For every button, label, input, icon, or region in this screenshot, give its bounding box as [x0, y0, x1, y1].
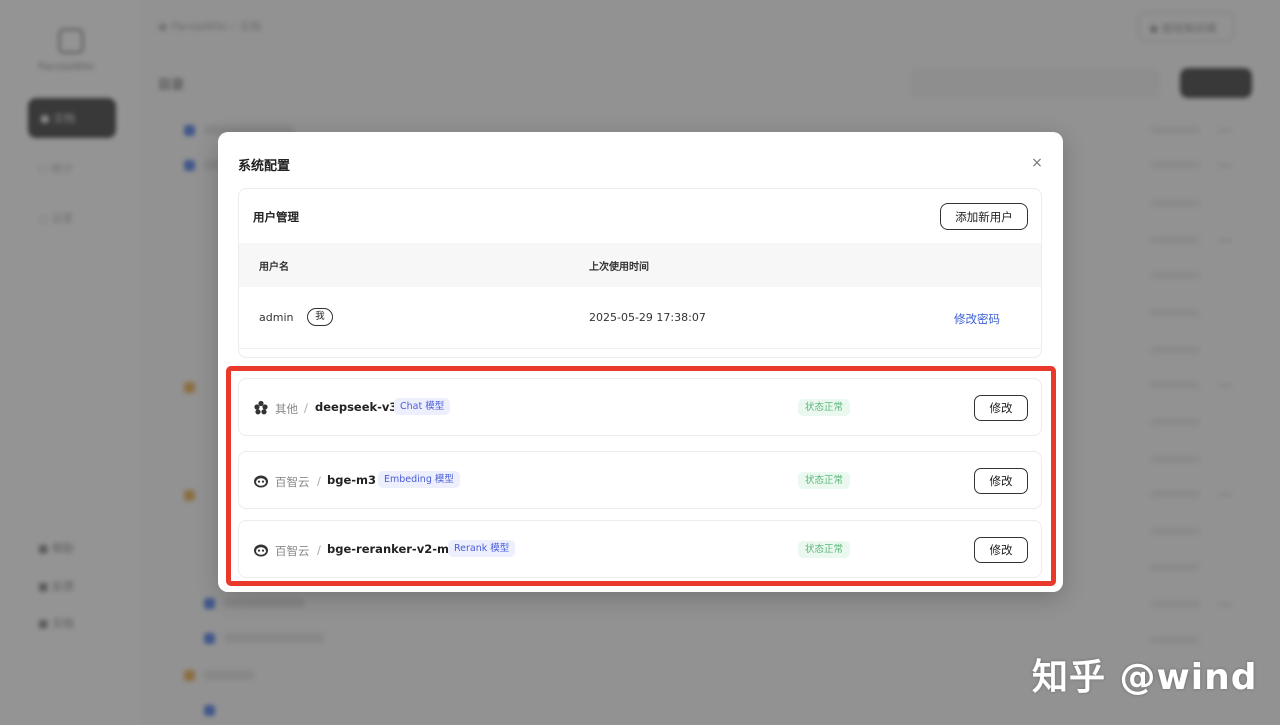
last-used-time: 2025-05-29 17:38:07: [589, 311, 706, 324]
user-management-section: 用户管理 添加新用户 用户名 上次使用时间 admin 我 2025-05-29…: [238, 188, 1042, 358]
current-user-badge: 我: [307, 308, 333, 326]
separator: /: [304, 401, 308, 415]
edit-model-button[interactable]: 修改: [974, 468, 1028, 494]
dialog-title: 系统配置: [238, 159, 291, 174]
baidu-cloud-icon: [254, 544, 268, 557]
model-type-tag: Chat 模型: [394, 398, 451, 415]
table-row: admin 我 2025-05-29 17:38:07 修改密码: [239, 289, 1041, 349]
model-provider: 百智云: [275, 475, 310, 489]
baidu-cloud-icon: [254, 475, 268, 488]
status-badge: 状态正常: [798, 472, 851, 489]
system-config-dialog: 系统配置 × 用户管理 添加新用户 用户名 上次使用时间 admin 我 202…: [218, 132, 1063, 592]
cube-cluster-icon: [254, 400, 268, 415]
model-name: bge-reranker-v2-m3: [327, 542, 457, 556]
status-badge: 状态正常: [798, 541, 851, 558]
edit-model-button[interactable]: 修改: [974, 395, 1028, 421]
username: admin: [259, 311, 294, 324]
model-card-embedding: 百智云 / bge-m3 Embeding 模型 状态正常 修改: [238, 451, 1042, 509]
model-type-tag: Rerank 模型: [448, 540, 516, 557]
model-card-chat: 其他 / deepseek-v3 Chat 模型 状态正常 修改: [238, 378, 1042, 436]
close-icon[interactable]: ×: [1028, 154, 1046, 172]
separator: /: [317, 543, 321, 557]
status-badge: 状态正常: [798, 399, 851, 416]
add-user-button[interactable]: 添加新用户: [940, 203, 1028, 230]
watermark: 知乎 @wind: [1032, 657, 1258, 698]
model-type-tag: Embeding 模型: [378, 471, 460, 488]
model-provider: 百智云: [275, 544, 310, 558]
model-name: bge-m3: [327, 473, 377, 487]
separator: /: [317, 474, 321, 488]
column-header-username: 用户名: [259, 262, 289, 273]
model-name: deepseek-v3: [315, 400, 398, 414]
edit-model-button[interactable]: 修改: [974, 537, 1028, 563]
model-card-rerank: 百智云 / bge-reranker-v2-m3 Rerank 模型 状态正常 …: [238, 520, 1042, 578]
column-header-last-used: 上次使用时间: [589, 262, 649, 273]
model-provider: 其他: [275, 402, 298, 416]
table-header: 用户名 上次使用时间: [239, 243, 1041, 287]
change-password-link[interactable]: 修改密码: [954, 311, 1000, 327]
section-title: 用户管理: [253, 210, 299, 224]
